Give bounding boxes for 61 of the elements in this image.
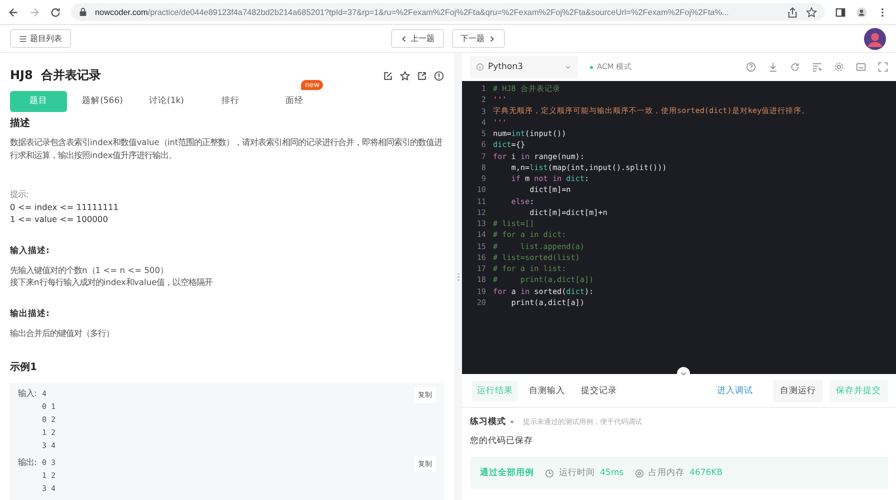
caret-icon [509,419,515,425]
settings-icon[interactable] [834,62,844,72]
format-icon[interactable] [812,62,822,72]
star-icon[interactable] [400,70,410,80]
memory-label: 占用内存 [648,467,685,479]
chevron-down-icon [564,63,572,71]
description-text: 数据表记录包含表索引index和数值value（int范围的正整数），请对表索引相同的记录进行合并，即将相同索引的数值进行求和运算，输出按照index值升序进行输出。 [10,136,444,162]
run-button[interactable]: 自测运行 [773,380,823,402]
console-tab[interactable]: 提交记录 [576,381,622,401]
star-icon[interactable] [806,6,817,18]
status-dot [590,66,593,68]
output-description-text: 输出合并后的键值对（多行） [10,326,115,339]
list-icon [19,34,27,42]
hint-text: 1 <= value <= 100000 [10,213,109,226]
hint-text: 0 <= index <= 11111111 [10,200,120,213]
practice-mode-select[interactable]: 练习模式 [470,416,515,428]
runtime-label: 运行时间 [559,467,595,479]
section-heading: 描述 [10,116,31,130]
edit-icon[interactable] [383,70,393,80]
example-label: 输出: [18,456,38,469]
problem-tab[interactable]: 讨论(1k) [138,90,195,112]
input-description-text: 先输入键值对的个数n（1 <= n <= 500） [10,264,169,276]
share-icon[interactable] [417,70,427,80]
problem-tab[interactable]: 题解(566) [74,90,131,112]
avatar[interactable] [864,28,886,50]
problem-tab[interactable]: 排行 [202,90,259,112]
section-heading: 输入描述: [10,244,50,256]
problem-tab[interactable]: 面经 [266,90,323,112]
sidebar-icon[interactable] [835,6,846,18]
example-label: 输入: [18,387,38,400]
reload-icon[interactable] [50,6,61,18]
debug-link[interactable]: 进入调试 [717,385,753,397]
profile-icon[interactable] [856,6,867,18]
clock-icon [545,468,554,478]
language-select[interactable]: Python3 [470,56,578,78]
input-description-text: 接下来n行每行输入成对的index和value值，以空格隔开 [10,276,214,288]
lock-icon [79,7,87,17]
memory-icon [634,468,644,478]
chevron-left-icon [400,34,408,42]
memory-value: 4676KB [690,468,723,478]
result-status: 通过全部用例 [480,467,534,479]
example-title: 示例1 [10,360,38,374]
reset-icon[interactable] [790,62,800,72]
share-icon[interactable] [787,6,798,18]
problem-title: HJ8 合并表记录 [10,67,102,84]
previous-button[interactable]: 上一题 [390,29,444,48]
info-icon[interactable] [434,70,444,80]
problem-list-button[interactable]: 题目列表 [10,29,71,48]
help-icon[interactable] [746,62,756,72]
runtime-value: 45ms [600,468,624,478]
back-icon[interactable] [8,6,19,18]
saved-message: 您的代码已保存 [470,435,534,447]
console-tab[interactable]: 自测输入 [524,381,570,401]
address-bar[interactable]: nowcoder.com/practice/de044e89123f4a7482bd2b214a685201?tpId=37&rp=1&ru=%2Fexam%2Foj%2Fta&qru=%2Fexam%2Foj%2Fta&sourceUrl=%2Fexam%2Foj%2Fta%... [71,3,825,21]
hint-label: 提示: [10,188,30,200]
download-icon[interactable] [768,62,778,72]
next-button[interactable]: 下一题 [452,29,504,48]
info-icon [476,63,484,71]
fullscreen-icon[interactable] [878,62,888,72]
chevron-right-icon [488,34,496,42]
section-heading: 输出描述: [10,308,50,320]
